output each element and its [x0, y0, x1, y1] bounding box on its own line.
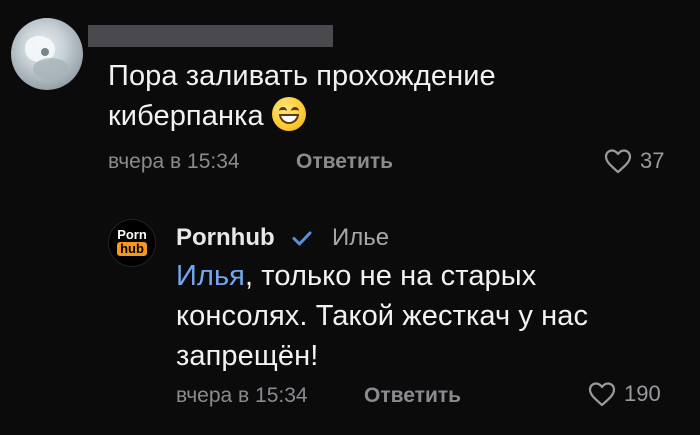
comment-timestamp: вчера в 15:34: [108, 150, 240, 173]
reply-like-count: 190: [624, 381, 661, 406]
mention-link[interactable]: Илья: [176, 260, 245, 292]
pornhub-avatar[interactable]: Porn hub: [108, 219, 156, 267]
reply-timestamp: вчера в 15:34: [176, 384, 308, 407]
heart-icon: [604, 149, 632, 174]
heart-icon: [588, 382, 616, 407]
reply-reply-button[interactable]: Ответить: [364, 384, 461, 408]
reply-text: Илья, только не на старых консолях. Тако…: [176, 256, 656, 376]
commenter-avatar[interactable]: [11, 18, 83, 90]
like-button[interactable]: 37: [604, 148, 664, 174]
smiling-face-emoji-icon: [271, 97, 306, 131]
reply-button[interactable]: Ответить: [296, 150, 393, 174]
verified-check-icon: [292, 231, 312, 246]
reply-author-name[interactable]: Pornhub: [176, 224, 275, 252]
avatar-logo-top: Porn: [117, 227, 147, 242]
redacted-username: [88, 25, 333, 47]
reply-like-button[interactable]: 190: [588, 381, 661, 407]
like-count: 37: [640, 148, 665, 173]
reply-to-user[interactable]: Илье: [332, 224, 389, 252]
avatar-logo-bottom: hub: [117, 242, 147, 256]
comment-text: Пора заливать прохождение киберпанка: [108, 56, 628, 136]
